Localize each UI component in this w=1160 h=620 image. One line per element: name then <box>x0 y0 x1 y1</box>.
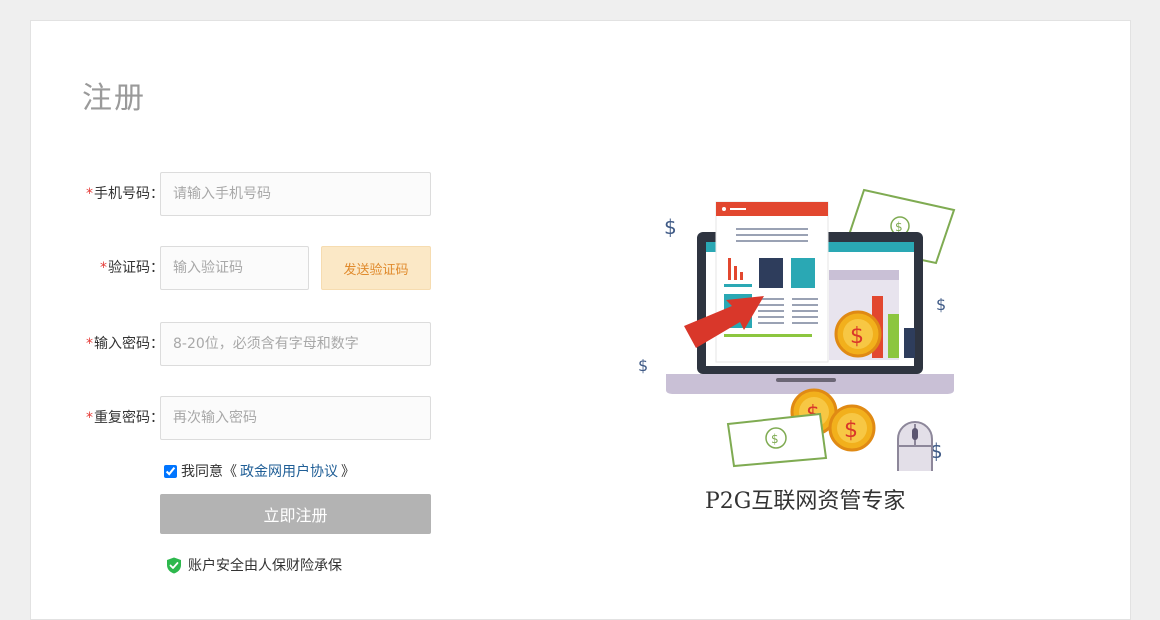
phone-label: *手机号码： <box>86 186 164 202</box>
security-note-text: 账户安全由人保财险承保 <box>188 558 342 574</box>
confirm-password-input[interactable] <box>160 396 431 440</box>
document-icon <box>715 201 829 363</box>
phone-row: *手机号码： <box>31 172 451 216</box>
bar-graphic <box>888 314 899 358</box>
bar-graphic <box>904 328 915 358</box>
required-mark: * <box>86 410 93 426</box>
required-mark: * <box>100 260 107 276</box>
confirm-label: *重复密码： <box>86 410 164 426</box>
code-input[interactable] <box>160 246 309 290</box>
page-title: 注册 <box>82 81 146 116</box>
svg-text:$: $ <box>895 220 903 234</box>
slogan-text: P2G互联网资管专家 <box>705 489 906 514</box>
dollar-icon: $ <box>936 295 946 314</box>
register-card: 注册 *手机号码： *验证码： 发送验证码 *输入密码： *重复密码： 我同意《… <box>30 20 1131 620</box>
agree-prefix: 我同意《 <box>181 464 237 480</box>
mouse-icon <box>897 421 933 471</box>
security-note: 账户安全由人保财险承保 <box>166 555 342 575</box>
password-input[interactable] <box>160 322 431 366</box>
svg-text:$: $ <box>844 418 858 443</box>
banknote-icon: $ <box>726 412 828 468</box>
dollar-icon: $ <box>638 356 648 375</box>
agreement-row: 我同意《 政金网用户协议 》 <box>164 461 355 481</box>
password-label: *输入密码： <box>86 336 164 352</box>
register-button[interactable]: 立即注册 <box>160 494 431 534</box>
shield-check-icon <box>167 557 181 573</box>
code-label: *验证码： <box>100 260 164 276</box>
dollar-icon: $ <box>664 215 677 239</box>
required-mark: * <box>86 186 93 202</box>
confirm-row: *重复密码： <box>31 396 451 440</box>
svg-text:$: $ <box>771 432 779 446</box>
phone-input[interactable] <box>160 172 431 216</box>
coin-icon: $ <box>834 310 882 358</box>
agree-checkbox[interactable] <box>164 464 177 478</box>
code-row: *验证码： 发送验证码 <box>31 246 451 290</box>
send-code-button[interactable]: 发送验证码 <box>321 246 431 290</box>
password-row: *输入密码： <box>31 322 451 366</box>
laptop-finance-illustration: $ $ $ $ $ $ $ $ <box>638 188 956 471</box>
coin-icon: $ <box>828 404 876 452</box>
svg-text:$: $ <box>850 324 864 349</box>
user-agreement-link[interactable]: 政金网用户协议 <box>240 461 338 481</box>
required-mark: * <box>86 336 93 352</box>
agree-suffix: 》 <box>341 464 355 480</box>
